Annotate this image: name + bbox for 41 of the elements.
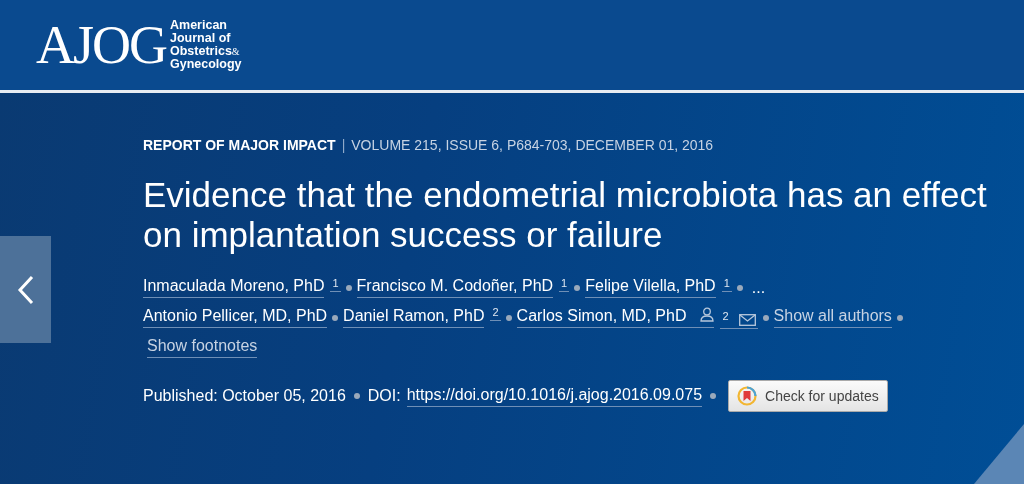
bullet (345, 284, 352, 291)
bullet (896, 314, 903, 321)
doi-label: DOI: (367, 387, 401, 405)
bullet (505, 314, 512, 321)
affiliation-link[interactable]: 2 (490, 306, 501, 321)
citation: VOLUME 215, ISSUE 6, P684-703, DECEMBER 01, 2016 (351, 137, 714, 153)
author-link[interactable]: Carlos Simon, MD, PhD (516, 307, 715, 328)
author-link[interactable]: Daniel Ramon, PhD (343, 307, 485, 328)
corner-decoration (974, 424, 1024, 484)
more-authors: ... (751, 278, 766, 297)
separator: | (341, 137, 346, 153)
bullet (710, 393, 717, 399)
logo-text: Obstetrics& (170, 45, 241, 58)
logo-text: Gynecology (170, 58, 242, 71)
bullet (736, 284, 743, 291)
check-for-updates-button[interactable]: Check for updates (728, 380, 888, 412)
affiliation-link[interactable]: 1 (721, 277, 732, 292)
person-icon (700, 307, 715, 322)
chevron-left-icon (16, 273, 35, 306)
author-link[interactable]: Inmaculada Moreno, PhD (143, 277, 325, 298)
mail-icon[interactable] (738, 314, 756, 326)
bookmark-badge-icon (737, 386, 758, 406)
logo-text: Journal of (170, 32, 232, 45)
article-title: Evidence that the endometrial microbiota has an effect on implantation success or failure (143, 175, 988, 255)
bullet (332, 314, 339, 321)
bullet (762, 314, 769, 321)
show-footnotes-link[interactable]: Show footnotes (147, 337, 258, 358)
article-type: REPORT OF MAJOR IMPACT (143, 137, 336, 153)
show-all-authors-link[interactable]: Show all authors (773, 307, 892, 328)
author-link[interactable]: Antonio Pellicer, MD, PhD (143, 307, 328, 328)
author-link[interactable]: Felipe Vilella, PhD (585, 277, 716, 298)
affiliation-link[interactable]: 1 (330, 277, 341, 292)
bullet (353, 393, 360, 399)
logo-text: American (170, 19, 228, 32)
bullet (574, 284, 581, 291)
affiliation-link[interactable]: 2 (720, 306, 758, 329)
published-date: Published: October 05, 2016 (143, 387, 346, 405)
doi-link[interactable]: https://doi.org/10.1016/j.ajog.2016.09.075 (406, 385, 703, 407)
affiliation-link[interactable]: 1 (559, 277, 570, 292)
logo-wordmark[interactable]: AJOG (36, 18, 166, 72)
author-link[interactable]: Francisco M. Codoñer, PhD (356, 277, 554, 298)
